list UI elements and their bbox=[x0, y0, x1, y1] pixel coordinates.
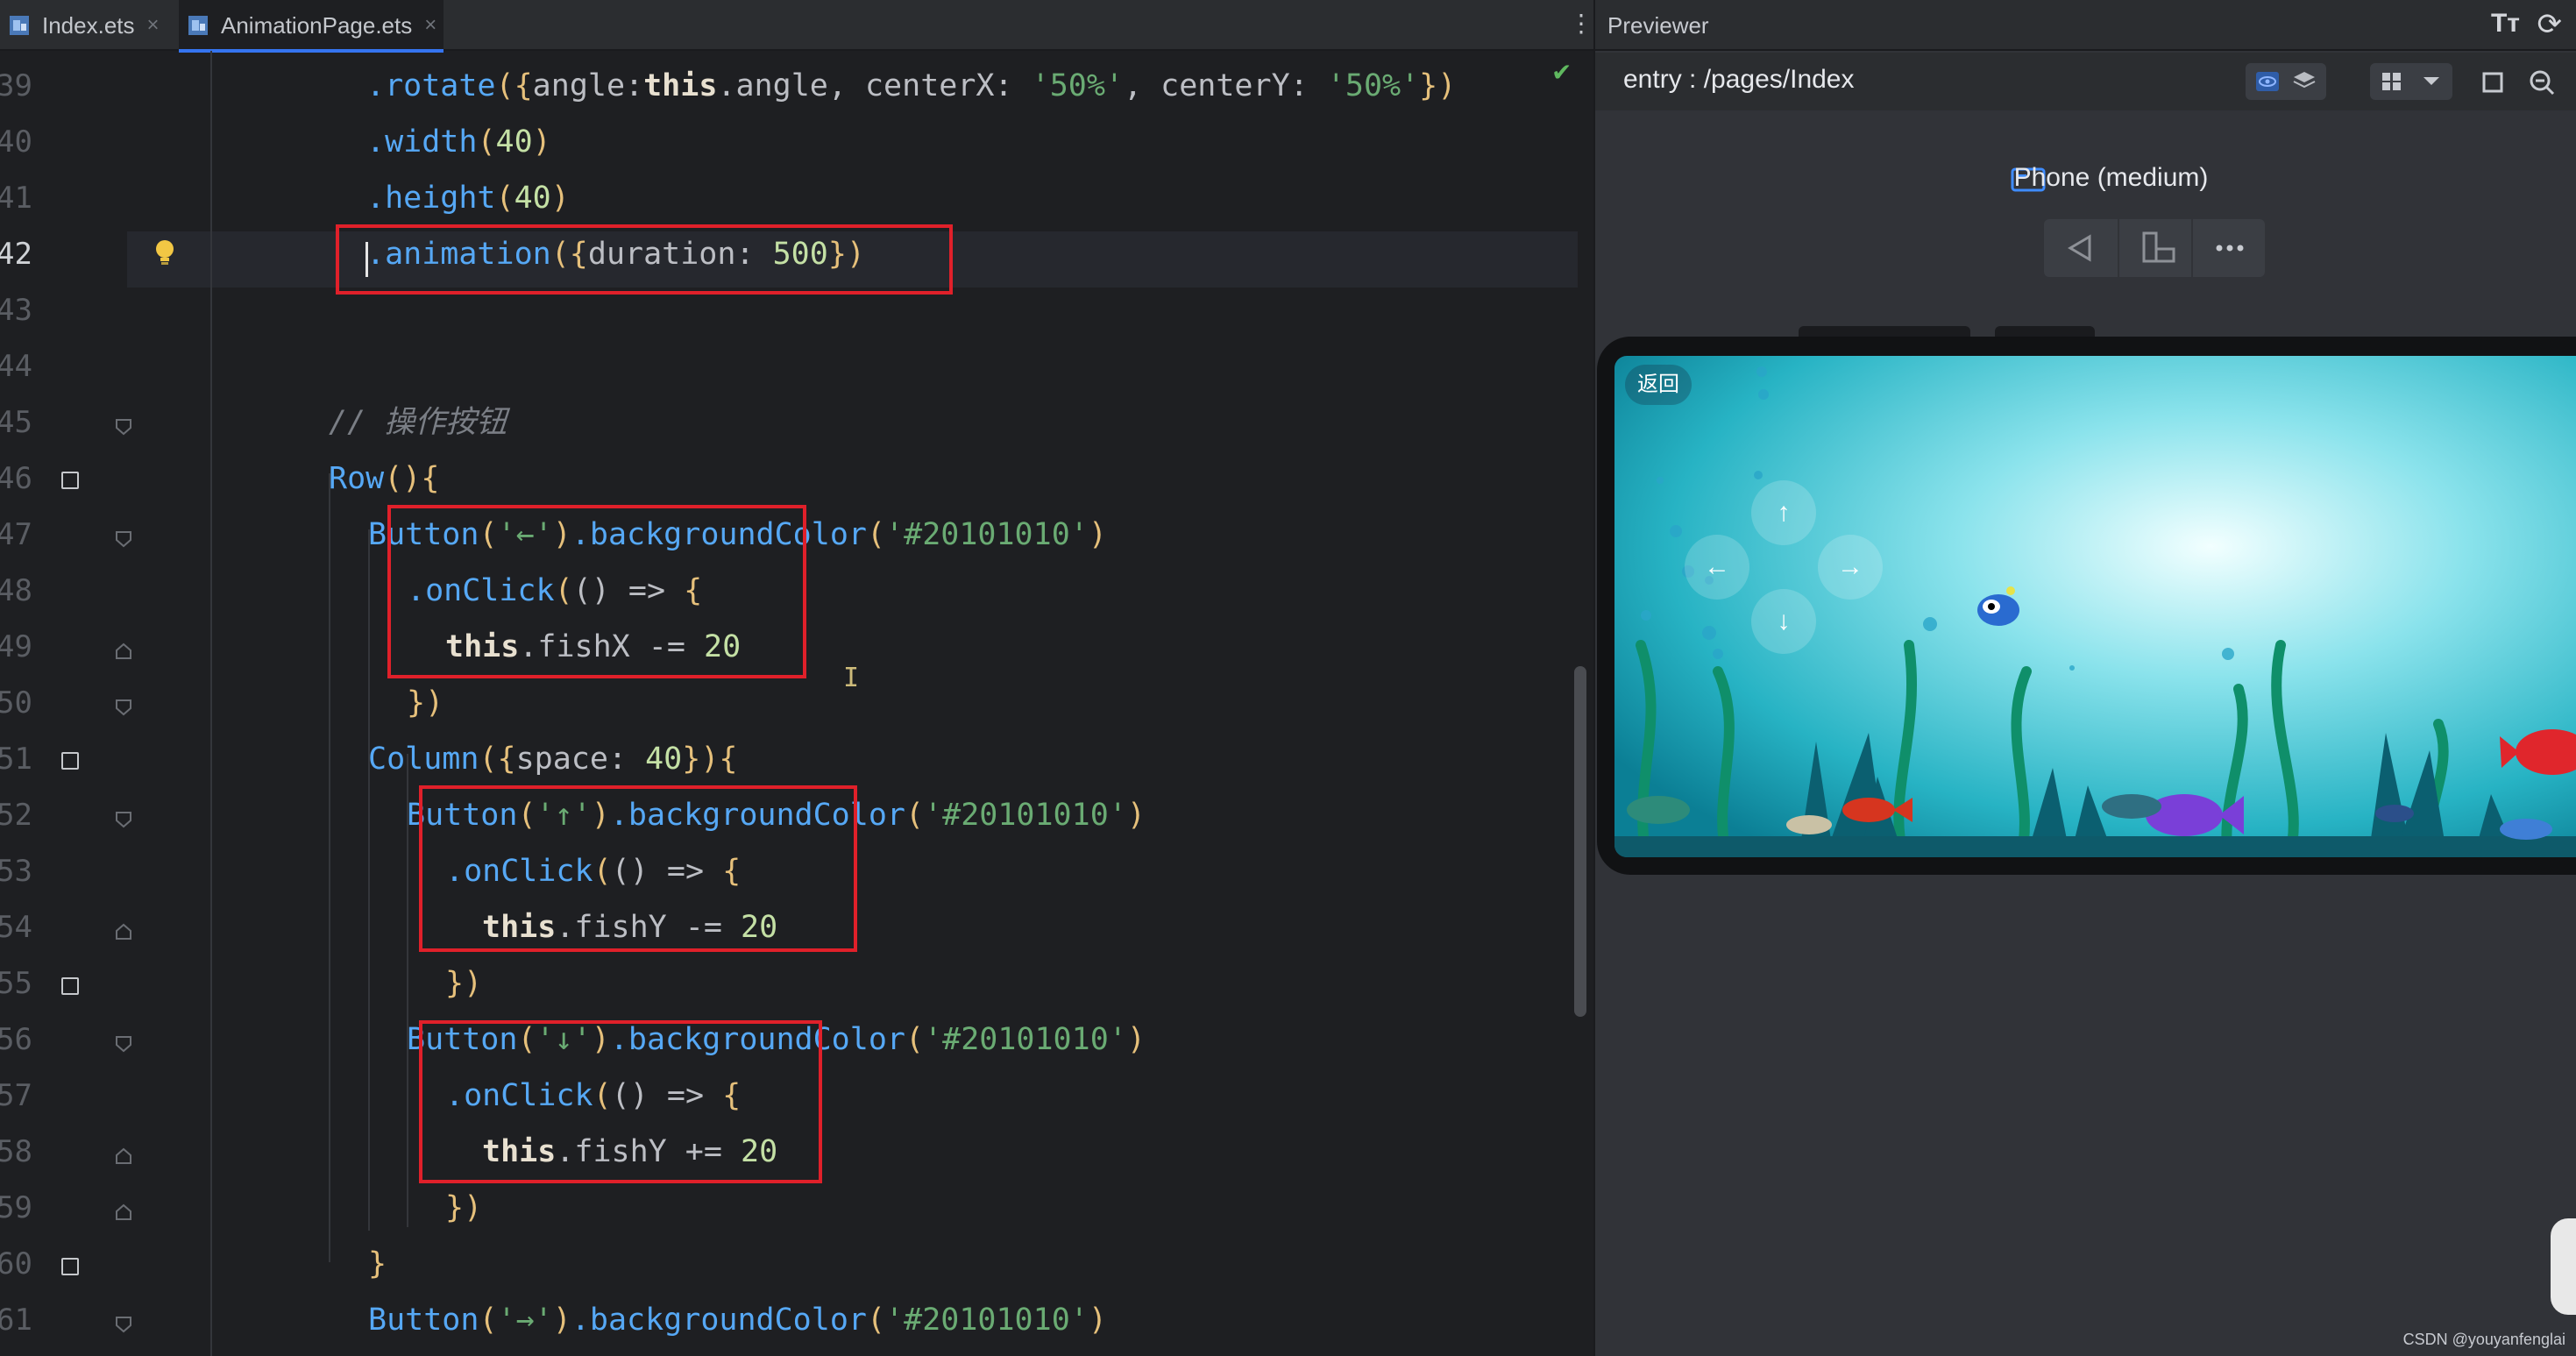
line-number-current: 42 bbox=[0, 237, 32, 272]
code-line-41: .height(40) bbox=[366, 181, 570, 216]
code-line-44: // 操作按钮 bbox=[329, 405, 507, 440]
code-line-40: .width(40) bbox=[366, 124, 551, 160]
layout-menu[interactable] bbox=[2370, 63, 2452, 100]
device-name[interactable]: Phone (medium) bbox=[1595, 163, 2576, 193]
tab-index-ets[interactable]: Index.ets × bbox=[0, 0, 167, 51]
code-line-58: }) bbox=[445, 1190, 483, 1225]
resize-handle[interactable] bbox=[2551, 1218, 2576, 1315]
device-controls bbox=[2044, 219, 2265, 277]
close-icon[interactable]: × bbox=[424, 13, 436, 38]
line-number: 55 bbox=[0, 966, 32, 1001]
highlight-box bbox=[387, 505, 806, 678]
code-editor[interactable]: Index.ets × AnimationPage.ets × ⋮ 39 40 … bbox=[0, 0, 1593, 1356]
line-gutter: 39 40 41 42 43 44 45 46 47 48 49 50 51 5… bbox=[0, 51, 131, 1356]
page-path: entry : /pages/Index bbox=[1623, 65, 1855, 94]
eye-icon bbox=[2256, 72, 2279, 91]
lightbulb-icon[interactable] bbox=[153, 238, 176, 268]
code-line-45: Row(){ bbox=[329, 461, 440, 496]
previewer-title: Previewer bbox=[1607, 12, 1709, 39]
fold-icon[interactable] bbox=[114, 810, 133, 829]
line-number: 46 bbox=[0, 461, 32, 496]
code-line-60: Button('→').backgroundColor('#20101010') bbox=[368, 1303, 1107, 1338]
line-number: 50 bbox=[0, 685, 32, 721]
tab-animationpage-ets[interactable]: AnimationPage.ets × bbox=[179, 0, 444, 53]
fold-icon[interactable] bbox=[114, 1315, 133, 1334]
line-number: 45 bbox=[0, 405, 32, 440]
more-horizontal-icon[interactable] bbox=[2191, 219, 2265, 277]
code-line-59: } bbox=[368, 1246, 387, 1281]
indent-guide bbox=[368, 529, 370, 1231]
line-number: 52 bbox=[0, 798, 32, 833]
fold-icon[interactable] bbox=[114, 1034, 133, 1054]
fold-icon[interactable] bbox=[114, 642, 133, 661]
inspector-toggle[interactable] bbox=[2246, 63, 2326, 100]
highlight-box bbox=[419, 1020, 822, 1183]
line-number: 54 bbox=[0, 910, 32, 945]
code-line-61: .onClick(() => { bbox=[407, 1348, 702, 1356]
mouse-cursor: I bbox=[843, 663, 860, 693]
left-button[interactable]: ← bbox=[1685, 535, 1749, 600]
line-number: 39 bbox=[0, 68, 32, 103]
line-number: 57 bbox=[0, 1078, 32, 1113]
breakpoint-icon[interactable] bbox=[61, 472, 79, 489]
line-number: 44 bbox=[0, 349, 32, 384]
code-line-54: }) bbox=[445, 966, 483, 1001]
right-button[interactable]: → bbox=[1818, 535, 1883, 600]
previewer-title-bar: Previewer Tт ⟳ bbox=[1595, 0, 2576, 51]
layers-icon bbox=[2293, 72, 2316, 89]
line-number: 47 bbox=[0, 517, 32, 552]
line-number: 40 bbox=[0, 124, 32, 160]
highlight-box bbox=[419, 785, 857, 952]
line-number: 49 bbox=[0, 629, 32, 664]
tab-label: Index.ets bbox=[42, 11, 135, 39]
indent-guide bbox=[329, 473, 330, 1262]
fold-icon[interactable] bbox=[114, 529, 133, 549]
phone-screen[interactable]: 返回 ↑ ← → ↓ bbox=[1614, 356, 2576, 857]
line-number: 43 bbox=[0, 293, 32, 328]
line-number: 59 bbox=[0, 1190, 32, 1225]
zoom-out-icon[interactable] bbox=[2528, 68, 2556, 96]
code-line-39: .rotate({angle:this.angle, centerX: '50%… bbox=[366, 68, 1457, 103]
grid-icon bbox=[2382, 73, 2401, 90]
line-number: 60 bbox=[0, 1246, 32, 1281]
breakpoint-icon[interactable] bbox=[61, 977, 79, 995]
line-number: 56 bbox=[0, 1022, 32, 1057]
breakpoint-icon[interactable] bbox=[61, 752, 79, 770]
fold-icon[interactable] bbox=[114, 698, 133, 717]
more-vertical-icon[interactable]: ⋮ bbox=[1569, 11, 1593, 40]
indent-guide bbox=[210, 51, 212, 1356]
crop-icon[interactable] bbox=[2480, 70, 2505, 95]
chevron-down-icon bbox=[2423, 77, 2439, 85]
line-number: 51 bbox=[0, 742, 32, 777]
line-number: 61 bbox=[0, 1303, 32, 1338]
line-number: 53 bbox=[0, 854, 32, 889]
fold-icon[interactable] bbox=[114, 417, 133, 437]
code-line-50: Column({space: 40}){ bbox=[368, 742, 738, 777]
previewer-toolbar: entry : /pages/Index bbox=[1595, 53, 2576, 110]
fold-icon[interactable] bbox=[114, 922, 133, 941]
refresh-icon[interactable]: ⟳ bbox=[2537, 7, 2563, 42]
font-size-icon[interactable]: Tт bbox=[2491, 9, 2520, 39]
breakpoint-icon[interactable] bbox=[61, 1258, 79, 1275]
up-button[interactable]: ↑ bbox=[1751, 480, 1816, 545]
editor-tab-bar: Index.ets × AnimationPage.ets × ⋮ bbox=[0, 0, 1593, 53]
down-button[interactable]: ↓ bbox=[1751, 589, 1816, 654]
close-icon[interactable]: × bbox=[147, 13, 160, 38]
line-number: 41 bbox=[0, 181, 32, 216]
file-icon bbox=[186, 12, 212, 39]
watermark: CSDN @youyanfenglai bbox=[2402, 1331, 2565, 1348]
vertical-scrollbar[interactable] bbox=[1574, 666, 1586, 1017]
highlight-box bbox=[336, 224, 953, 295]
fold-icon[interactable] bbox=[114, 1147, 133, 1166]
line-number: 48 bbox=[0, 573, 32, 608]
rotate-icon[interactable] bbox=[2118, 219, 2191, 277]
back-button[interactable]: 返回 bbox=[1625, 365, 1692, 405]
checkmark-icon: ✔ bbox=[1551, 59, 1572, 86]
fold-icon[interactable] bbox=[114, 1203, 133, 1222]
file-icon bbox=[7, 12, 33, 39]
back-icon[interactable] bbox=[2044, 219, 2118, 277]
code-line-49: }) bbox=[407, 685, 444, 721]
line-number: 58 bbox=[0, 1134, 32, 1169]
tab-label: AnimationPage.ets bbox=[221, 11, 413, 39]
